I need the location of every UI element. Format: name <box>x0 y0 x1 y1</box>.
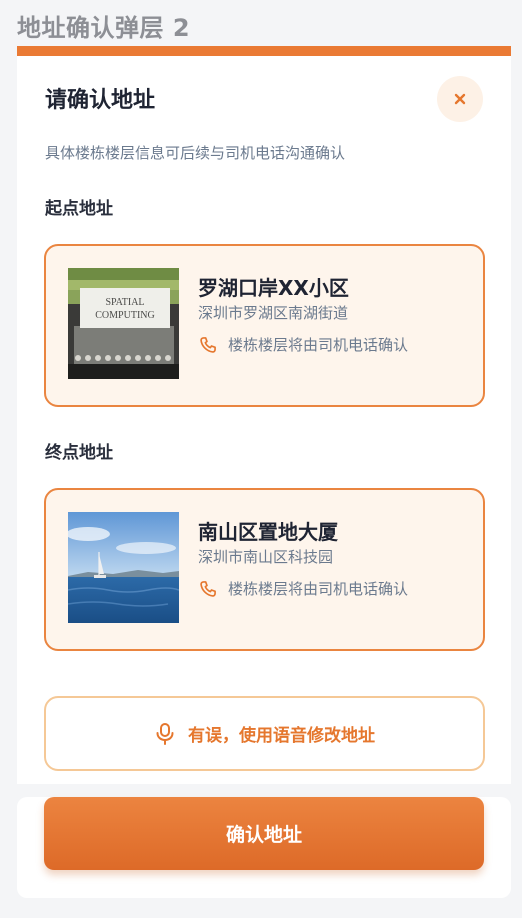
start-phone-note: 楼栋楼层将由司机电话确认 <box>198 334 408 355</box>
end-phone-note: 楼栋楼层将由司机电话确认 <box>198 578 408 599</box>
start-phone-note-text: 楼栋楼层将由司机电话确认 <box>228 336 409 354</box>
close-icon <box>454 93 466 105</box>
start-section-label: 起点地址 <box>45 199 113 219</box>
voice-edit-label: 有误，使用语音修改地址 <box>188 726 375 746</box>
sheet-title: 请确认地址 <box>45 88 156 113</box>
image-text-line1: SPATIAL <box>105 297 144 308</box>
start-address-name: 罗湖口岸XX小区 <box>198 276 349 300</box>
end-address-detail: 深圳市南山区科技园 <box>198 548 334 566</box>
confirm-address-button[interactable]: 确认地址 <box>44 797 484 870</box>
close-button[interactable] <box>437 76 483 122</box>
phone-icon <box>200 336 216 353</box>
start-address-image: SPATIAL COMPUTING <box>68 268 179 379</box>
end-address-image <box>68 512 179 623</box>
page-title: 地址确认弹层 2 <box>17 14 191 42</box>
voice-edit-button[interactable]: 有误，使用语音修改地址 <box>44 696 485 771</box>
end-address-card[interactable]: 南山区置地大厦 深圳市南山区科技园 楼栋楼层将由司机电话确认 <box>44 488 485 651</box>
end-phone-note-text: 楼栋楼层将由司机电话确认 <box>228 580 409 598</box>
confirm-address-label: 确认地址 <box>225 824 302 846</box>
address-confirm-sheet: 请确认地址 具体楼栋楼层信息可后续与司机电话沟通确认 起点地址 SPATIAL … <box>17 46 511 784</box>
footer-bar: 确认地址 <box>17 797 511 898</box>
start-address-card[interactable]: SPATIAL COMPUTING 罗湖口岸XX小区 深圳市罗湖区南湖街道 楼栋… <box>44 244 485 407</box>
sheet-subtitle: 具体楼栋楼层信息可后续与司机电话沟通确认 <box>45 144 346 162</box>
end-section-label: 终点地址 <box>45 443 113 463</box>
microphone-icon <box>156 722 174 745</box>
end-address-name: 南山区置地大厦 <box>198 520 338 544</box>
image-text-line2: COMPUTING <box>95 310 154 321</box>
start-address-detail: 深圳市罗湖区南湖街道 <box>198 304 349 322</box>
phone-icon <box>200 580 216 597</box>
